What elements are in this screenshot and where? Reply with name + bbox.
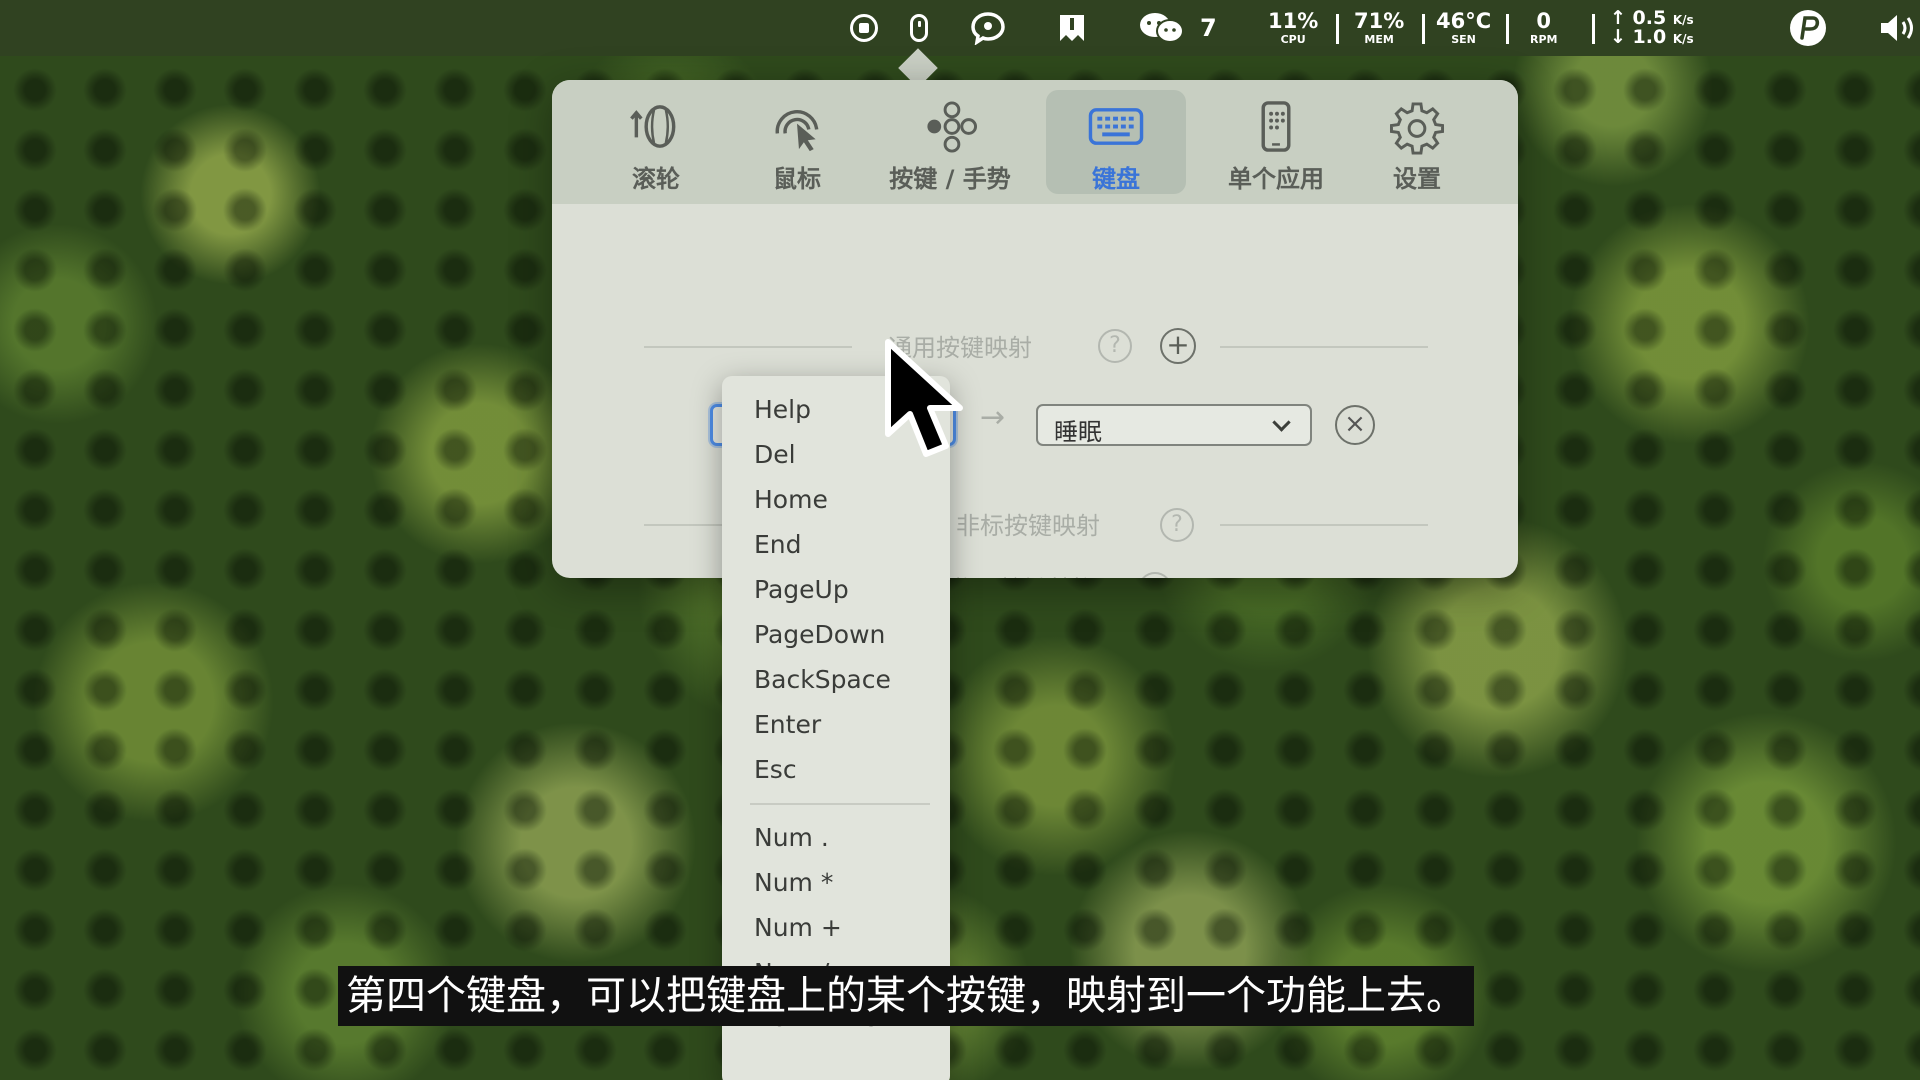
dropdown-option[interactable]: Num .	[754, 818, 829, 858]
tab-label: 滚轮	[632, 165, 680, 193]
add-mapping-button[interactable]: +	[1160, 328, 1196, 364]
tab-label: 按键 / 手势	[889, 165, 1011, 193]
mem-stat[interactable]: 71% MEM	[1354, 0, 1404, 56]
volume-icon[interactable]	[1878, 0, 1918, 56]
tab-single-app[interactable]: 单个应用	[1206, 90, 1346, 194]
download-arrow-icon: ↓	[1610, 26, 1626, 48]
wechat-count: 7	[1200, 14, 1217, 42]
dropdown-option[interactable]: Num *	[754, 863, 833, 903]
tab-label: 鼠标	[773, 165, 821, 193]
cpu-stat[interactable]: 11% CPU	[1268, 0, 1318, 56]
keyboard-icon	[1088, 108, 1144, 145]
dropdown-option[interactable]: End	[754, 525, 802, 565]
net-down-unit: K/s	[1672, 32, 1694, 46]
tab-settings[interactable]: 设置	[1347, 90, 1487, 194]
tab-label: 单个应用	[1228, 165, 1324, 193]
mouse-pointer-icon	[775, 109, 819, 152]
tab-label: 设置	[1393, 165, 1441, 193]
record-icon[interactable]	[850, 0, 878, 56]
dropdown-option[interactable]: Home	[754, 480, 828, 520]
tab-label: 键盘	[1092, 165, 1140, 193]
scroll-wheel-icon	[630, 105, 676, 148]
bookmark-icon[interactable]	[1056, 0, 1088, 56]
tab-mouse[interactable]: 鼠标	[727, 90, 867, 194]
rpm-value: 0	[1536, 9, 1552, 33]
divider	[644, 346, 852, 348]
mouse-icon[interactable]	[910, 0, 928, 56]
chat-bubble-icon[interactable]	[970, 0, 1006, 56]
target-function-value: 睡眠	[1054, 418, 1102, 446]
tab-keys-gestures[interactable]: 按键 / 手势	[872, 90, 1028, 194]
sen-stat[interactable]: 46°C SEN	[1436, 0, 1491, 56]
target-function-select[interactable]: 睡眠	[1036, 404, 1312, 446]
separator	[1506, 14, 1509, 44]
dropdown-option[interactable]: BackSpace	[754, 660, 891, 700]
settings-popover: 滚轮 鼠标 按键 / 手势 键盘 单个应用 设置 通用按键映射 ? + → 睡眠…	[552, 80, 1518, 578]
rpm-label: RPM	[1530, 33, 1558, 46]
separator	[1336, 14, 1339, 44]
net-up-unit: K/s	[1672, 13, 1694, 27]
physical-replacement-title: 物理按键替换	[952, 570, 1096, 578]
tab-scroll-wheel[interactable]: 滚轮	[586, 90, 726, 194]
nonstandard-mapping-title: 非标按键映射	[956, 512, 1100, 540]
tab-keyboard[interactable]: 键盘	[1046, 90, 1186, 194]
dropdown-separator	[750, 803, 930, 805]
cpu-value: 11%	[1268, 9, 1319, 33]
chevron-down-icon	[1272, 413, 1291, 432]
app-p-icon[interactable]	[1788, 0, 1828, 56]
cpu-label: CPU	[1280, 33, 1306, 46]
menu-bar: 7 11% CPU 71% MEM 46°C SEN 0 RPM ↑ 0.5 K/s ↓…	[0, 0, 1920, 56]
help-icon[interactable]: ?	[1160, 508, 1194, 542]
dropdown-option[interactable]: PageDown	[754, 615, 885, 655]
dropdown-option[interactable]: Enter	[754, 705, 821, 745]
mem-label: MEM	[1364, 33, 1394, 46]
gesture-dots-icon	[927, 101, 978, 153]
rpm-stat[interactable]: 0 RPM	[1530, 0, 1557, 56]
tab-bar: 滚轮 鼠标 按键 / 手势 键盘 单个应用 设置	[552, 80, 1518, 204]
remove-mapping-button[interactable]: ×	[1335, 405, 1375, 445]
help-icon[interactable]: ?	[1098, 329, 1132, 363]
separator	[1592, 14, 1595, 44]
dropdown-option[interactable]: Help	[754, 390, 811, 430]
network-stat[interactable]: ↑ 0.5 K/s ↓ 1.0 K/s	[1610, 0, 1694, 56]
separator	[1422, 14, 1425, 44]
dropdown-option[interactable]: Num +	[754, 908, 842, 948]
gear-icon	[1389, 102, 1445, 155]
dropdown-option[interactable]: Esc	[754, 750, 797, 790]
sen-label: SEN	[1451, 33, 1476, 46]
sen-value: 46°C	[1436, 9, 1492, 33]
help-icon[interactable]: ?	[1138, 572, 1172, 578]
dropdown-option[interactable]: Del	[754, 435, 796, 475]
divider	[1220, 346, 1428, 348]
mem-value: 71%	[1354, 9, 1405, 33]
dropdown-option[interactable]: PageUp	[754, 570, 849, 610]
mouse-cursor-icon	[885, 339, 963, 457]
wechat-icon[interactable]	[1138, 0, 1186, 56]
divider	[1220, 524, 1428, 526]
phone-app-icon	[1261, 101, 1291, 152]
video-subtitle: 第四个键盘，可以把键盘上的某个按键，映射到一个功能上去。	[338, 966, 1474, 1026]
keyboard-panel: 通用按键映射 ? + → 睡眠 × 非标按键映射 ? 物理按键替换 ?	[552, 204, 1518, 578]
net-down-value: 1.0	[1632, 26, 1667, 48]
